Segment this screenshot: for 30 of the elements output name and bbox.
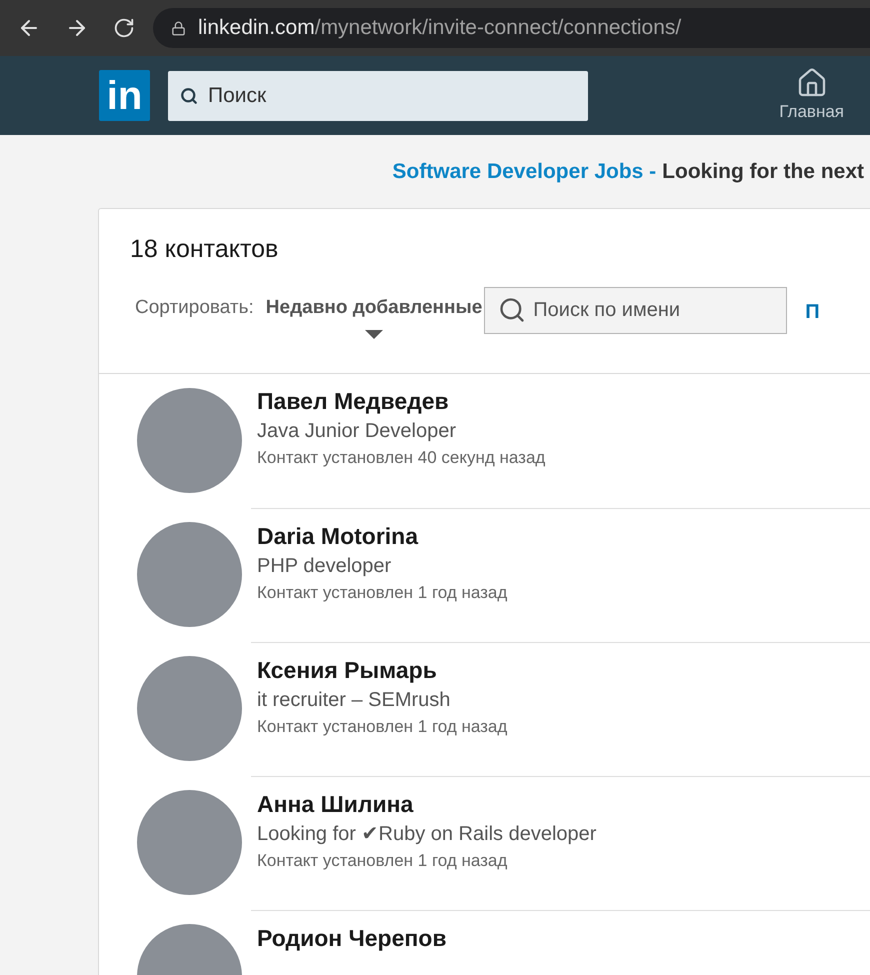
sort-dropdown[interactable]: Недавно добавленные — [266, 294, 482, 339]
connection-time: Контакт установлен 1 год назад — [257, 850, 508, 872]
connection-time: Контакт установлен 40 секунд назад — [257, 447, 546, 469]
ad-link[interactable]: Software Developer Jobs - — [392, 156, 656, 188]
link[interactable]: П — [805, 296, 820, 326]
connection-time: Контакт установлен 1 год назад — [257, 582, 508, 604]
connection-time: Контакт установлен 1 год назад — [257, 716, 508, 738]
address-bar[interactable]: linkedin.com/mynetwork/invite-connect/connections/ — [153, 8, 870, 48]
search-icon — [180, 86, 198, 104]
contact-name[interactable]: Ксения Рымарь — [257, 655, 870, 685]
url-text: linkedin.com/mynetwork/invite-connect/connections/ — [198, 15, 682, 42]
sort-label: Сортировать: — [135, 296, 254, 320]
reload-icon[interactable] — [113, 17, 135, 39]
name-search-field[interactable]: Поиск по имени — [484, 286, 788, 334]
contact-headline: it recruiter – SEMrush — [257, 688, 452, 713]
nav-item[interactable]: Главная — [779, 66, 844, 124]
contact-headline: PHP developer — [257, 554, 392, 579]
connections-count: 18 контактов — [130, 234, 280, 265]
ad-text: Looking for the next — [662, 158, 864, 185]
contact-headline: Java Junior Developer — [257, 419, 457, 444]
search-icon — [498, 296, 526, 324]
search-field[interactable]: Поиск — [168, 70, 588, 120]
contact-headline: Looking for ✔Ruby on Rails developer — [257, 822, 598, 847]
contact-name[interactable]: Павел Медведев — [257, 386, 870, 416]
lock-icon — [171, 20, 186, 36]
logo[interactable]: in — [99, 70, 150, 121]
caret-icon — [365, 330, 384, 339]
contact-name[interactable]: Анна Шилина — [257, 789, 870, 819]
contact-name[interactable]: Daria Motorina — [257, 521, 870, 551]
contact-name[interactable]: Родион Черепов — [257, 923, 870, 953]
